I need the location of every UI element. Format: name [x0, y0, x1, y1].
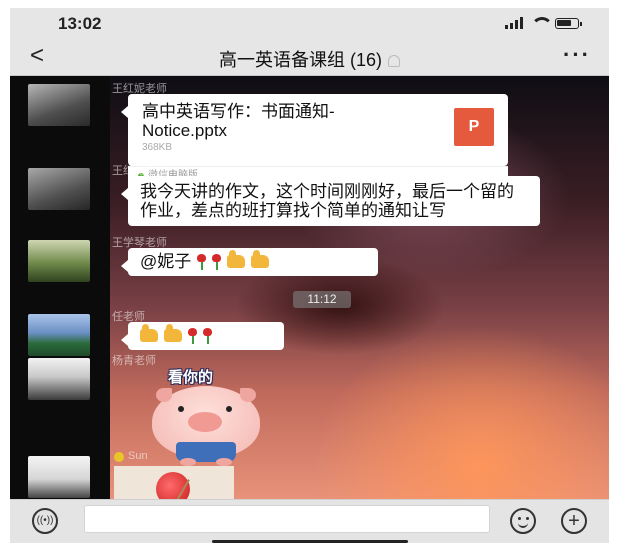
- background-shade: [10, 76, 110, 499]
- avatar[interactable]: [28, 84, 90, 126]
- sticker-caption: 看你的: [168, 369, 214, 386]
- smiley-icon[interactable]: [510, 508, 536, 534]
- thumbs-up-emoji-icon: [140, 324, 158, 342]
- avatar[interactable]: [28, 358, 90, 400]
- pig-snout: [188, 412, 222, 432]
- avatar[interactable]: [28, 456, 90, 498]
- message-text: 我今天讲的作文，这个时间刚刚好，最后一个留的作业，差点的班打算找个简单的通知让写: [140, 182, 514, 220]
- text-message[interactable]: @妮子: [121, 248, 378, 276]
- sender-name: Sun: [128, 450, 148, 462]
- chat-header: < 高一英语备课组 (16) ···: [10, 38, 609, 76]
- pig-foot: [216, 458, 232, 466]
- status-icons: [505, 17, 582, 29]
- avatar[interactable]: [28, 314, 90, 356]
- message-content: @妮子: [140, 250, 270, 271]
- battery-icon: [555, 17, 582, 29]
- file-size: 368KB: [142, 142, 173, 153]
- plus-circle-icon[interactable]: +: [561, 508, 587, 534]
- more-options-button[interactable]: ···: [563, 42, 591, 68]
- thumbs-up-emoji-icon: [251, 250, 270, 268]
- wechat-screen: 13:02 < 高一英语备课组 (16) ··· 王红妮老师 高中英语写作：书面…: [10, 8, 609, 543]
- chat-area[interactable]: 王红妮老师 高中英语写作：书面通知-Notice.pptx 368KB P 微信…: [10, 76, 609, 499]
- message-input[interactable]: [84, 505, 490, 533]
- pig-ear: [156, 388, 172, 402]
- emoji-message[interactable]: [121, 322, 284, 350]
- file-message[interactable]: 高中英语写作：书面通知-Notice.pptx 368KB P 微信电脑版: [121, 94, 508, 184]
- pptx-file-icon: P: [454, 108, 494, 146]
- rose-emoji-icon: [197, 253, 207, 270]
- message-content: [140, 324, 212, 344]
- pig-ear: [240, 388, 256, 402]
- timestamp: 11:12: [293, 291, 351, 308]
- rose-emoji-icon: [212, 253, 222, 270]
- input-bar: ((•)) +: [10, 499, 609, 543]
- cellular-signal-icon: [505, 17, 523, 29]
- rose-emoji-icon: [188, 327, 197, 344]
- thumbs-up-emoji-icon: [164, 324, 182, 342]
- text-message[interactable]: 我今天讲的作文，这个时间刚刚好，最后一个留的作业，差点的班打算找个简单的通知让写: [121, 176, 540, 226]
- wifi-icon: [531, 17, 553, 29]
- file-name: 高中英语写作：书面通知-Notice.pptx: [142, 102, 335, 140]
- sun-badge-icon: [114, 452, 124, 462]
- rose-emoji-icon: [203, 327, 212, 344]
- image-message[interactable]: [114, 466, 234, 499]
- pig-eye: [226, 406, 232, 412]
- group-title-wrap: 高一英语备课组 (16): [10, 46, 609, 72]
- avatar[interactable]: [28, 168, 90, 210]
- voice-icon[interactable]: ((•)): [32, 508, 58, 534]
- group-title[interactable]: 高一英语备课组 (16): [219, 50, 382, 70]
- avatar[interactable]: [28, 240, 90, 282]
- bell-muted-icon: [388, 55, 400, 68]
- message-text: @妮子: [140, 252, 192, 271]
- thumbs-up-emoji-icon: [227, 250, 246, 268]
- pig-sticker[interactable]: 看你的: [130, 366, 280, 466]
- status-bar: 13:02: [10, 8, 609, 38]
- home-indicator: [212, 540, 408, 543]
- status-time: 13:02: [58, 14, 102, 33]
- pig-foot: [180, 458, 196, 466]
- pig-eye: [178, 406, 184, 412]
